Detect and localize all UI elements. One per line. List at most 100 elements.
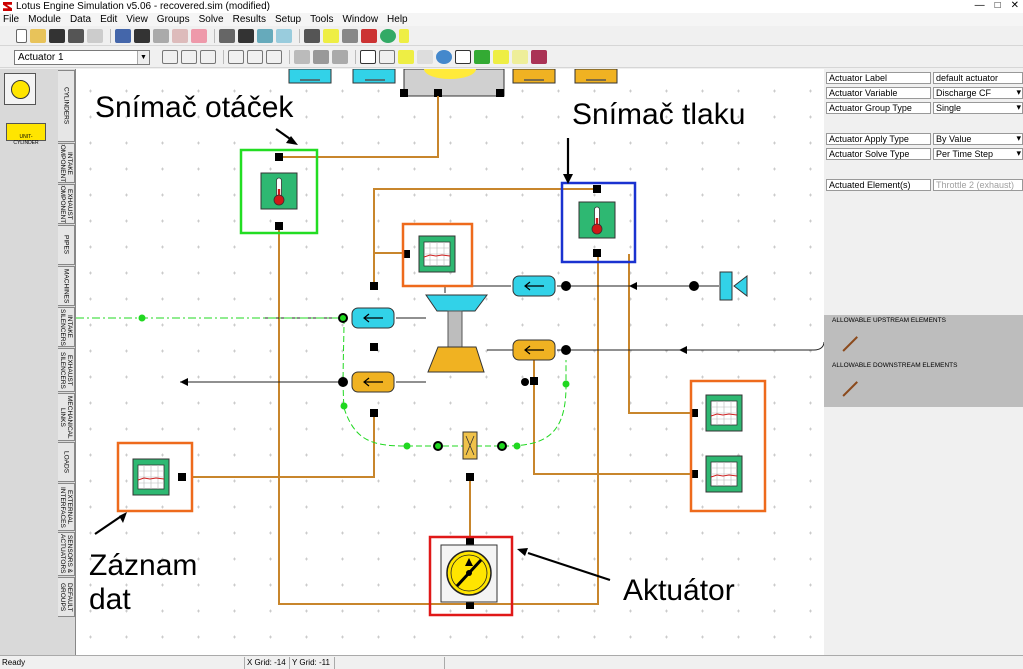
tab-cylinders[interactable]: CYLINDERS (58, 70, 75, 142)
exhaust-restriction[interactable] (351, 371, 395, 393)
tab-intake-components[interactable]: INTAKE COMPONENTS (58, 143, 75, 183)
unit-cylinder-palette-item[interactable]: UNIT-CYLINDER (6, 123, 46, 146)
rectangle-icon[interactable] (379, 50, 395, 64)
align-right-icon[interactable] (200, 50, 216, 64)
report-icon[interactable] (257, 28, 273, 43)
route-bend-icon[interactable] (247, 50, 263, 64)
menu-setup[interactable]: Setup (275, 14, 301, 25)
data-recorder-left[interactable] (132, 458, 170, 496)
title-bar: Lotus Engine Simulation v5.06 - recovere… (0, 0, 1023, 13)
menu-solve[interactable]: Solve (199, 14, 224, 25)
book-icon[interactable] (531, 50, 547, 64)
align-left-icon[interactable] (181, 50, 197, 64)
save-all-icon[interactable] (68, 28, 84, 43)
tab-machines[interactable]: MACHINES (58, 266, 75, 306)
tab-exhaust-components[interactable]: EXHAUST COMPONENTS (58, 184, 75, 224)
align-tree-icon[interactable] (162, 50, 178, 64)
graph-icon[interactable] (219, 28, 235, 43)
tab-sensors-actuators[interactable]: SENSORS & ACTUATORS (58, 532, 75, 576)
tab-default-groups[interactable]: DEFAULT GROUPS (58, 577, 75, 617)
menu-file[interactable]: File (3, 14, 19, 25)
image-icon[interactable] (276, 28, 292, 43)
layers-icon[interactable] (238, 28, 254, 43)
tools-icon[interactable] (304, 28, 320, 43)
palette-tabs: CYLINDERS INTAKE COMPONENTS EXHAUST COMP… (58, 70, 75, 618)
zoom-icon[interactable] (436, 50, 452, 64)
solve-icon[interactable] (134, 28, 150, 43)
chevron-down-icon[interactable]: ▼ (137, 50, 149, 64)
data-recorder-right-bottom[interactable] (705, 455, 743, 493)
menu-module[interactable]: Module (28, 14, 61, 25)
actuator-palette-item[interactable] (4, 73, 36, 105)
menu-help[interactable]: Help (387, 14, 408, 25)
data-record-annotation-line2: dat (89, 583, 131, 616)
actuator-icon (11, 80, 30, 99)
hand-pan-icon[interactable] (417, 50, 433, 64)
tab-mechanical-links[interactable]: MECHANICAL LINKS (58, 393, 75, 441)
element-select[interactable]: Actuator 1 ▼ (14, 49, 150, 65)
label-icon[interactable] (512, 50, 528, 64)
copy-icon[interactable] (313, 50, 329, 64)
settings-icon[interactable] (342, 28, 358, 43)
data-recorder-right-top[interactable] (705, 394, 743, 432)
status-bar: Ready X Grid: -14 Y Grid: -11 (0, 655, 1023, 669)
paste-icon[interactable] (332, 50, 348, 64)
actuator-group-type-select[interactable]: Single (933, 102, 1023, 114)
actuator-element[interactable] (440, 544, 498, 603)
connect-icon[interactable] (455, 50, 471, 64)
menu-tools[interactable]: Tools (310, 14, 333, 25)
menu-data[interactable]: Data (70, 14, 91, 25)
actuator-label-field[interactable]: default actuator (933, 72, 1023, 84)
tab-loads[interactable]: LOADS (58, 442, 75, 482)
maximize-button[interactable]: □ (995, 0, 1001, 11)
menu-groups[interactable]: Groups (157, 14, 190, 25)
note-icon[interactable] (493, 50, 509, 64)
actuator-solve-type-select[interactable]: Per Time Step (933, 148, 1023, 160)
import-icon[interactable] (87, 28, 103, 43)
engine-icon[interactable] (115, 28, 131, 43)
minimize-button[interactable]: — (975, 0, 985, 11)
close-button[interactable]: ✕ (1011, 0, 1019, 11)
menu-edit[interactable]: Edit (100, 14, 117, 25)
stop-icon[interactable] (361, 28, 377, 43)
pressure-sensor[interactable] (578, 201, 616, 239)
results-icon[interactable] (191, 28, 207, 43)
actuator-apply-type-select[interactable]: By Value (933, 133, 1023, 145)
menu-results[interactable]: Results (233, 14, 266, 25)
globe-icon[interactable] (380, 28, 396, 43)
model-diagram[interactable]: Snímač otáček Snímač tlaku Záznam dat Ak… (76, 69, 824, 655)
tab-exhaust-silencers[interactable]: EXHAUST SILENCERS (58, 348, 75, 392)
menu-window[interactable]: Window (342, 14, 378, 25)
tab-pipes[interactable]: PIPES (58, 225, 75, 265)
route-pipe-icon[interactable] (228, 50, 244, 64)
exhaust-restriction-2[interactable] (512, 339, 556, 361)
actuated-elements-field[interactable]: Throttle 2 (exhaust) (933, 179, 1023, 191)
help-icon[interactable] (399, 28, 409, 43)
actuator-variable-select[interactable]: Discharge CF (933, 87, 1023, 99)
model-canvas[interactable]: Snímač otáček Snímač tlaku Záznam dat Ak… (76, 69, 824, 655)
allowable-upstream-label: ALLOWABLE UPSTREAM ELEMENTS (832, 317, 946, 324)
route-diag-icon[interactable] (266, 50, 282, 64)
status-divider (334, 657, 335, 669)
lightbulb-icon[interactable] (323, 28, 339, 43)
intake-cooler[interactable] (512, 275, 556, 297)
speed-sensor[interactable] (260, 172, 298, 210)
allowable-downstream-label: ALLOWABLE DOWNSTREAM ELEMENTS (832, 362, 958, 369)
cut-icon[interactable] (294, 50, 310, 64)
status-divider (244, 657, 245, 669)
tab-external-interfaces[interactable]: EXTERNAL INTERFACES (58, 483, 75, 531)
open-folder-icon[interactable] (30, 28, 46, 43)
prop-actuator-group-type: Actuator Group Type Single (826, 102, 1023, 114)
intake-restriction[interactable] (351, 307, 395, 329)
save-icon[interactable] (49, 28, 65, 43)
tab-intake-silencers[interactable]: INTAKE SILENCERS (58, 307, 75, 347)
chart-icon[interactable] (172, 28, 188, 43)
toolbar-separator (223, 50, 224, 64)
lasso-icon[interactable] (398, 50, 414, 64)
flask-icon[interactable] (153, 28, 169, 43)
new-file-icon[interactable] (16, 28, 27, 43)
data-recorder-top[interactable] (418, 235, 456, 273)
pointer-icon[interactable] (360, 50, 376, 64)
menu-view[interactable]: View (126, 14, 148, 25)
grid-icon[interactable] (474, 50, 490, 64)
